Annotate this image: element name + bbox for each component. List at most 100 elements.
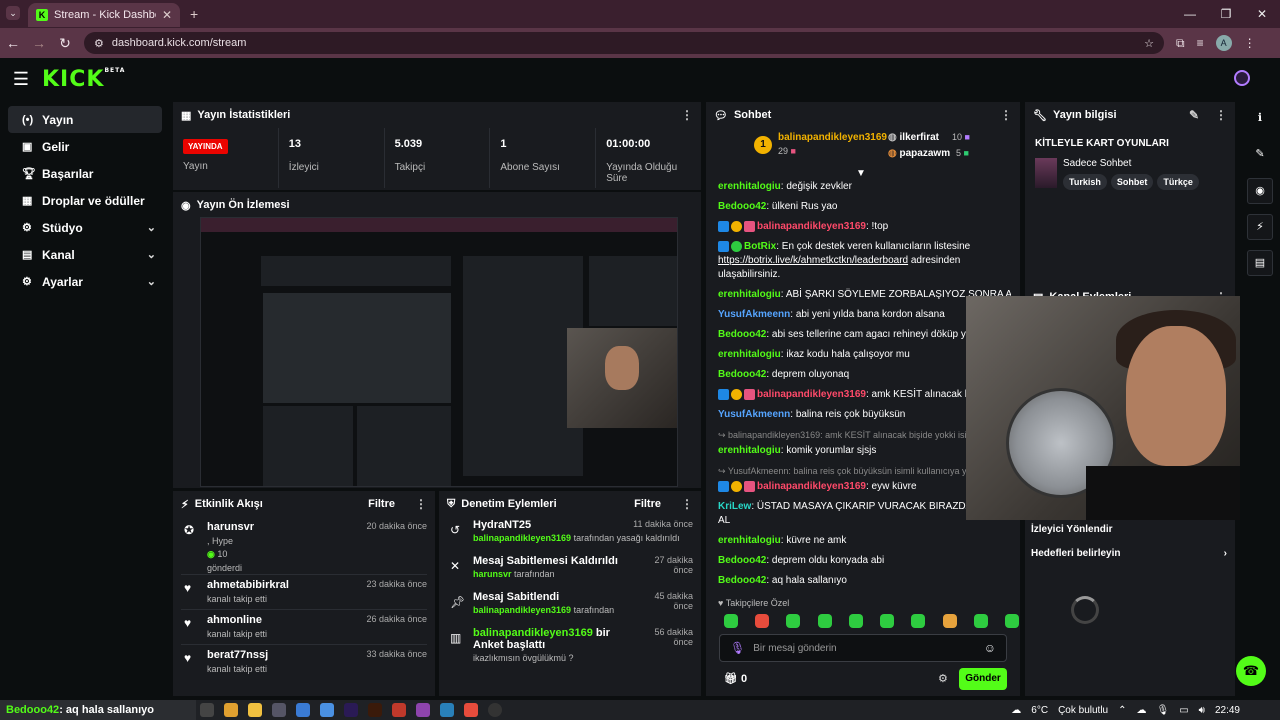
emote-icon[interactable] (817, 614, 832, 628)
app-icon[interactable] (440, 703, 454, 717)
browser-menu-icon[interactable]: ⋮ (1244, 36, 1256, 50)
chat-message: Bedooo42: ülkeni Rus yao (718, 201, 838, 212)
studio-icon: ⚙ (22, 222, 32, 234)
filter-button[interactable]: Filtre (634, 498, 661, 510)
camera-icon[interactable]: ◉ (1247, 178, 1273, 204)
more-options-icon[interactable]: ⋮ (681, 497, 693, 511)
app-icon[interactable] (272, 703, 286, 717)
emote-icon[interactable] (848, 614, 863, 628)
minimize-icon[interactable]: — (1172, 7, 1208, 21)
emote-icon[interactable] (973, 614, 988, 628)
kick-logo[interactable]: KICKBETA (42, 67, 125, 92)
sidebar-item-basarilar[interactable]: 🏆︎ Başarılar (8, 160, 162, 187)
send-button[interactable]: Gönder (959, 668, 1007, 690)
close-window-icon[interactable]: ✕ (1244, 7, 1280, 21)
hamburger-menu-icon[interactable]: ☰ (0, 69, 42, 90)
forward-icon[interactable]: → (26, 35, 52, 51)
tag: Sohbet (1110, 174, 1154, 190)
mod-action-item: ▥ balinapandikleyen3169 bir Anket başlat… (450, 627, 693, 663)
lightning-icon[interactable]: ⚡︎ (1247, 214, 1273, 240)
microphone-icon[interactable]: 🎙︎ (730, 641, 745, 655)
restore-icon[interactable]: ❐ (1208, 7, 1244, 21)
browser-icon[interactable] (224, 703, 238, 717)
edit-icon[interactable]: ✎ (1189, 108, 1199, 122)
volume-icon[interactable]: 🔊︎ (1199, 705, 1205, 716)
app-icon[interactable] (416, 703, 430, 717)
support-chat-icon[interactable]: ☎ (1236, 656, 1266, 686)
chevron-right-icon: › (1223, 548, 1227, 559)
emote-icon[interactable] (911, 614, 926, 628)
filter-button[interactable]: Filtre (368, 498, 395, 510)
app-icon[interactable] (296, 703, 310, 717)
kick-header: ☰ KICKBETA (0, 58, 1280, 100)
extensions-icon[interactable]: ⧉ (1176, 36, 1185, 51)
set-goals-button[interactable]: Hedefleri belirleyin › (1031, 548, 1227, 559)
sidebar-item-droplar[interactable]: ▦ Droplar ve ödüller (8, 187, 162, 214)
more-options-icon[interactable]: ⋮ (1215, 108, 1227, 122)
raid-button[interactable]: İzleyici Yönlendir (1031, 524, 1113, 535)
wrench-icon: 🔧︎ (1033, 109, 1047, 122)
more-options-icon[interactable]: ⋮ (681, 108, 693, 122)
right-rail: ℹ ✎ ◉ ⚡︎ ▤ (1240, 100, 1280, 700)
emote-icon[interactable] (880, 614, 895, 628)
emote-icon[interactable] (755, 614, 770, 628)
emote-icon[interactable] (786, 614, 801, 628)
media-icon[interactable]: ≡ (1197, 36, 1204, 50)
clock[interactable]: 22:49 (1215, 705, 1240, 716)
back-icon[interactable]: ← (0, 35, 26, 51)
info-icon[interactable]: ℹ (1247, 106, 1273, 132)
site-info-icon[interactable]: ⚙ (94, 37, 104, 50)
obs-icon[interactable] (488, 703, 502, 717)
chat-input[interactable] (753, 642, 976, 654)
sidebar-item-yayin[interactable]: (•) Yayın (8, 106, 162, 133)
user-avatar[interactable] (1234, 70, 1250, 86)
rank-badge: 1 (754, 136, 772, 154)
emote-icon[interactable] (724, 614, 738, 628)
premiere-icon[interactable] (344, 703, 358, 717)
heart-icon: ♥ (184, 616, 192, 630)
sidebar-item-gelir[interactable]: ▣ Gelir (8, 133, 162, 160)
stream-preview-video[interactable] (200, 217, 678, 487)
taskview-icon[interactable] (200, 703, 214, 717)
close-tab-icon[interactable]: ✕ (162, 8, 172, 22)
profile-avatar[interactable]: A (1215, 35, 1232, 51)
chat-message: BotRix: En çok destek veren kullanıcılar… (718, 240, 971, 280)
sidebar-item-kanal[interactable]: ▤ Kanal ⌄ (8, 241, 162, 268)
tab-search-icon[interactable]: ⌄ (6, 6, 20, 20)
leaderboard-link[interactable]: https://botrix.live/k/ahmetkctkn/leaderb… (718, 255, 908, 266)
tray-chevron-icon[interactable]: ⌃ (1118, 705, 1126, 716)
app-icon[interactable] (392, 703, 406, 717)
emoji-icon[interactable]: ☺ (984, 641, 996, 655)
edit-icon[interactable]: ✎ (1247, 142, 1273, 168)
app-icon[interactable] (320, 703, 334, 717)
chat-settings-icon[interactable]: ⚙ (938, 672, 948, 685)
new-tab-icon[interactable]: + (190, 6, 198, 22)
emote-icon[interactable] (942, 614, 957, 628)
bookmark-star-icon[interactable]: ☆ (1144, 37, 1154, 50)
sidebar-item-studyo[interactable]: ⚙ Stüdyo ⌄ (8, 214, 162, 241)
reload-icon[interactable]: ↻ (52, 35, 78, 52)
sidebar-item-ayarlar[interactable]: ⚙ Ayarlar ⌄ (8, 268, 162, 295)
url-bar[interactable]: ⚙ dashboard.kick.com/stream ☆ (84, 32, 1164, 54)
more-options-icon[interactable]: ⋮ (1000, 108, 1012, 122)
chrome-icon[interactable] (464, 703, 478, 717)
more-options-icon[interactable]: ⋮ (415, 497, 427, 511)
chat-input-box[interactable]: 🎙︎ ☺ (719, 634, 1007, 662)
illustrator-icon[interactable] (368, 703, 382, 717)
kick-favicon-icon: K (36, 9, 48, 21)
emote-icon[interactable] (1004, 614, 1019, 628)
kick-coin-icon: ✪ (184, 523, 195, 537)
channel-points[interactable]: 🎁︎ 0 (724, 672, 747, 685)
weather-icon: ☁ (1011, 704, 1022, 716)
loading-spinner (1071, 596, 1099, 624)
panel-title: Etkinlik Akışı (194, 498, 263, 510)
mic-icon: 🎙︎ (1156, 704, 1170, 716)
chat-overlay: Bedooo42: aq hala sallanıyo (0, 700, 196, 720)
browser-tab[interactable]: K Stream - Kick Dashboard ✕ (28, 3, 180, 27)
document-icon[interactable]: ▤ (1247, 250, 1273, 276)
tag: Turkish (1063, 174, 1107, 190)
explorer-icon[interactable] (248, 703, 262, 717)
panel-title: Sohbet (733, 109, 772, 121)
chat-message: Bedooo42: deprem oldu konyada abi (718, 555, 885, 566)
collapse-icon[interactable]: ▼ (856, 168, 866, 179)
